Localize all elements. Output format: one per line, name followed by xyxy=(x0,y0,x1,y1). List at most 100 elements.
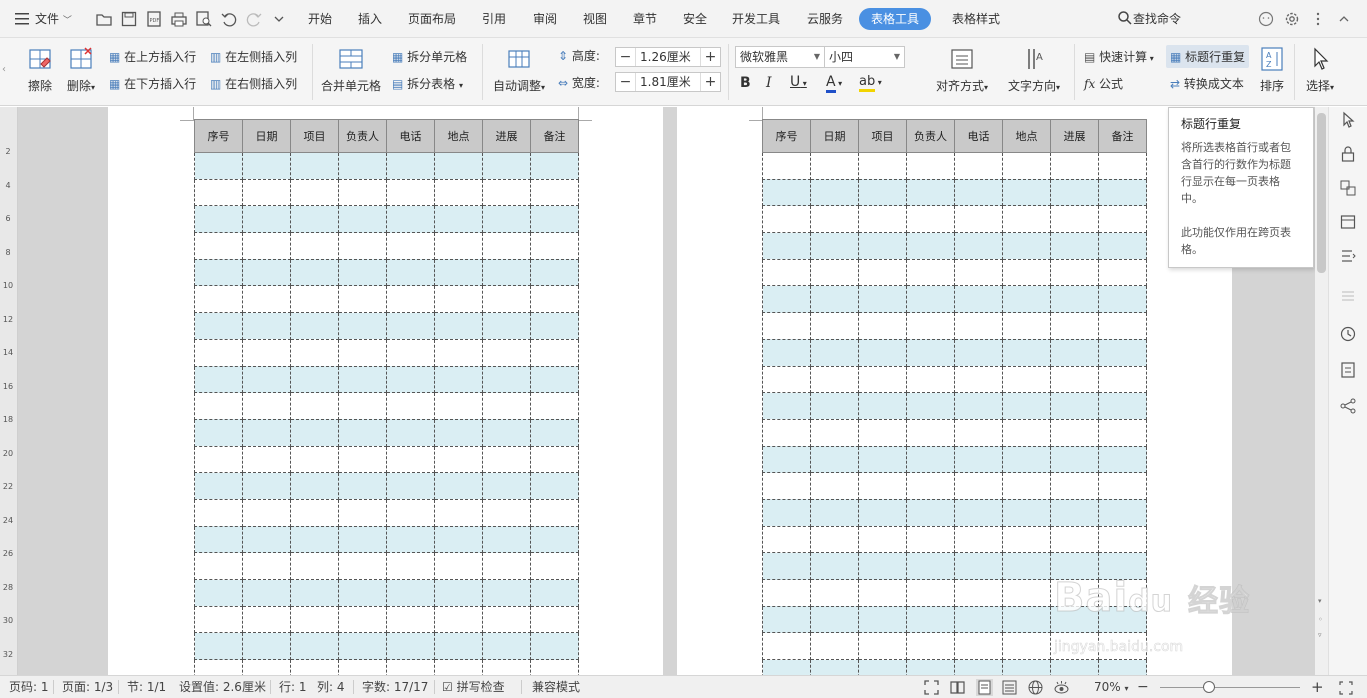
decrease-height-button[interactable]: − xyxy=(616,48,636,66)
table-cell[interactable] xyxy=(338,445,387,474)
table-cell[interactable] xyxy=(906,205,955,234)
table-header-cell[interactable]: 地点 xyxy=(434,119,483,153)
table-cell[interactable] xyxy=(434,285,483,314)
table-cell[interactable] xyxy=(1098,232,1147,260)
tab-developer[interactable]: 开发工具 xyxy=(732,0,780,38)
fullscreen-icon[interactable] xyxy=(923,679,940,696)
table-cell[interactable] xyxy=(1098,365,1147,394)
table-cell[interactable] xyxy=(290,659,339,675)
table-cell[interactable] xyxy=(482,659,531,675)
table-cell[interactable] xyxy=(858,605,907,634)
table-cell[interactable] xyxy=(810,605,859,634)
table-cell[interactable] xyxy=(242,392,291,420)
table-cell[interactable] xyxy=(1002,312,1051,340)
table-cell[interactable] xyxy=(434,152,483,180)
table-header-cell[interactable]: 电话 xyxy=(386,119,435,153)
lock-icon[interactable] xyxy=(1339,145,1357,163)
table-cell[interactable] xyxy=(434,552,483,580)
table-header-cell[interactable]: 备注 xyxy=(530,119,579,153)
table-cell[interactable] xyxy=(1050,312,1099,340)
file-menu[interactable]: 文件 ﹀ xyxy=(35,0,72,38)
table-cell[interactable] xyxy=(434,659,483,675)
table-cell[interactable] xyxy=(242,552,291,580)
table-cell[interactable] xyxy=(290,178,339,207)
underline-button[interactable]: U ▾ xyxy=(790,74,807,90)
table-cell[interactable] xyxy=(386,392,435,420)
table-cell[interactable] xyxy=(434,579,483,607)
table-cell[interactable] xyxy=(762,472,811,500)
table-cell[interactable] xyxy=(386,659,435,675)
table-cell[interactable] xyxy=(386,338,435,367)
table-cell[interactable] xyxy=(482,418,531,447)
table-cell[interactable] xyxy=(194,418,243,447)
table-cell[interactable] xyxy=(530,205,579,234)
formula-button[interactable]: fx 公式 xyxy=(1084,75,1123,92)
table-cell[interactable] xyxy=(194,632,243,661)
table-header-cell[interactable]: 项目 xyxy=(290,119,339,153)
table-cell[interactable] xyxy=(762,178,811,207)
table-cell[interactable] xyxy=(1050,418,1099,447)
table-cell[interactable] xyxy=(1002,258,1051,287)
zoom-out-button[interactable]: − xyxy=(1137,676,1149,698)
table-cell[interactable] xyxy=(906,659,955,675)
table-cell[interactable] xyxy=(1050,285,1099,314)
table-cell[interactable] xyxy=(338,338,387,367)
table-cell[interactable] xyxy=(858,632,907,661)
table-cell[interactable] xyxy=(242,178,291,207)
table-cell[interactable] xyxy=(290,392,339,420)
table-cell[interactable] xyxy=(338,258,387,287)
text-direction-button[interactable]: A 文字方向▾ xyxy=(1002,46,1066,94)
table-cell[interactable] xyxy=(762,285,811,314)
table-cell[interactable] xyxy=(386,418,435,447)
table-cell[interactable] xyxy=(1050,525,1099,554)
table-header-cell[interactable]: 序号 xyxy=(194,119,243,153)
table-cell[interactable] xyxy=(530,152,579,180)
tab-references[interactable]: 引用 xyxy=(482,0,506,38)
table-cell[interactable] xyxy=(290,632,339,661)
table-cell[interactable] xyxy=(194,152,243,180)
table-cell[interactable] xyxy=(906,472,955,500)
table-cell[interactable] xyxy=(242,525,291,554)
table-cell[interactable] xyxy=(386,258,435,287)
table-cell[interactable] xyxy=(1098,525,1147,554)
table-cell[interactable] xyxy=(906,392,955,420)
table-cell[interactable] xyxy=(338,312,387,340)
table-cell[interactable] xyxy=(1002,659,1051,675)
table-cell[interactable] xyxy=(290,605,339,634)
table-cell[interactable] xyxy=(434,312,483,340)
table-cell[interactable] xyxy=(1002,365,1051,394)
table-cell[interactable] xyxy=(242,152,291,180)
font-color-button[interactable]: A ▾ xyxy=(826,74,842,93)
table-cell[interactable] xyxy=(954,152,1003,180)
table-cell[interactable] xyxy=(242,659,291,675)
table-cell[interactable] xyxy=(530,445,579,474)
table-cell[interactable] xyxy=(290,472,339,500)
table-cell[interactable] xyxy=(954,258,1003,287)
table-cell[interactable] xyxy=(290,418,339,447)
tab-security[interactable]: 安全 xyxy=(683,0,707,38)
table-cell[interactable] xyxy=(386,445,435,474)
table-cell[interactable] xyxy=(290,338,339,367)
document-icon[interactable] xyxy=(1339,361,1357,379)
table-cell[interactable] xyxy=(482,312,531,340)
table-cell[interactable] xyxy=(1002,579,1051,607)
table-cell[interactable] xyxy=(1002,525,1051,554)
table-cell[interactable] xyxy=(858,205,907,234)
table-cell[interactable] xyxy=(194,552,243,580)
table-cell[interactable] xyxy=(1002,632,1051,661)
table-cell[interactable] xyxy=(1050,232,1099,260)
table-cell[interactable] xyxy=(1098,152,1147,180)
table-cell[interactable] xyxy=(1002,285,1051,314)
table-cell[interactable] xyxy=(954,312,1003,340)
table-cell[interactable] xyxy=(242,418,291,447)
zoom-slider-thumb[interactable] xyxy=(1203,681,1215,693)
table-cell[interactable] xyxy=(386,365,435,394)
table-cell[interactable] xyxy=(434,472,483,500)
table-cell[interactable] xyxy=(1002,152,1051,180)
table-cell[interactable] xyxy=(194,205,243,234)
table-cell[interactable] xyxy=(482,205,531,234)
table-cell[interactable] xyxy=(810,178,859,207)
table-cell[interactable] xyxy=(290,498,339,527)
table-cell[interactable] xyxy=(194,178,243,207)
translate-icon[interactable] xyxy=(1339,179,1357,197)
